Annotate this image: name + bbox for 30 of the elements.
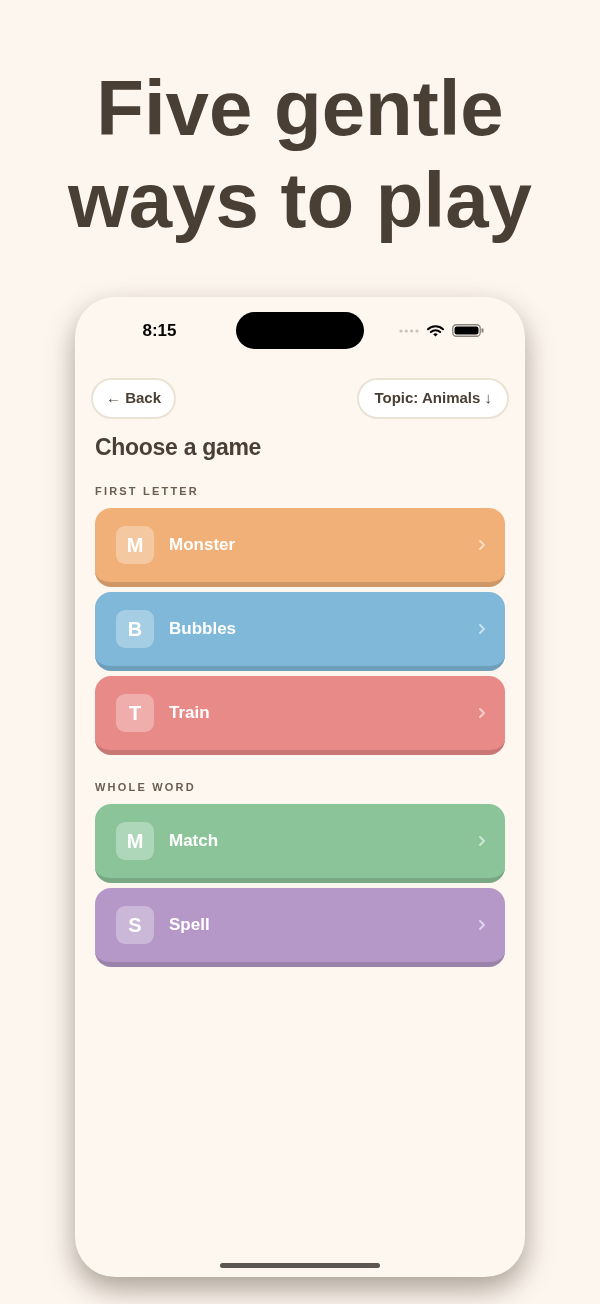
battery-icon	[452, 324, 484, 337]
chevron-icon	[479, 624, 485, 634]
chevron-icon	[479, 708, 485, 718]
chevron-icon	[479, 540, 485, 550]
wifi-icon	[427, 324, 444, 337]
letter-tile: S	[116, 906, 154, 944]
section-heading: WHOLE WORD	[95, 780, 197, 795]
game-card[interactable]: S Spell	[95, 888, 505, 967]
game-card[interactable]: B Bubbles	[95, 592, 505, 671]
letter-tile: M	[116, 526, 154, 564]
game-name: Train	[169, 702, 211, 725]
status-time: 8:15	[142, 319, 177, 342]
page-title: Choose a game	[95, 433, 263, 461]
game-name: Spell	[169, 914, 211, 937]
section-heading: FIRST LETTER	[95, 484, 200, 499]
game-name: Bubbles	[169, 618, 238, 641]
signal-icon	[399, 328, 419, 333]
game-card[interactable]: T Train	[95, 676, 505, 755]
chevron-icon	[479, 836, 485, 846]
headline: Five gentle ways to play	[67, 63, 533, 246]
game-card[interactable]: M Match	[95, 804, 505, 883]
game-name: Match	[169, 830, 220, 853]
game-name: Monster	[169, 534, 237, 557]
game-card[interactable]: M Monster	[95, 508, 505, 587]
chevron-icon	[479, 920, 485, 930]
back-button[interactable]: ← Back	[91, 378, 177, 419]
letter-tile: T	[116, 694, 154, 732]
letter-tile: M	[116, 822, 154, 860]
letter-tile: B	[116, 610, 154, 648]
topic-button[interactable]: Topic: Animals ↓	[357, 378, 509, 419]
